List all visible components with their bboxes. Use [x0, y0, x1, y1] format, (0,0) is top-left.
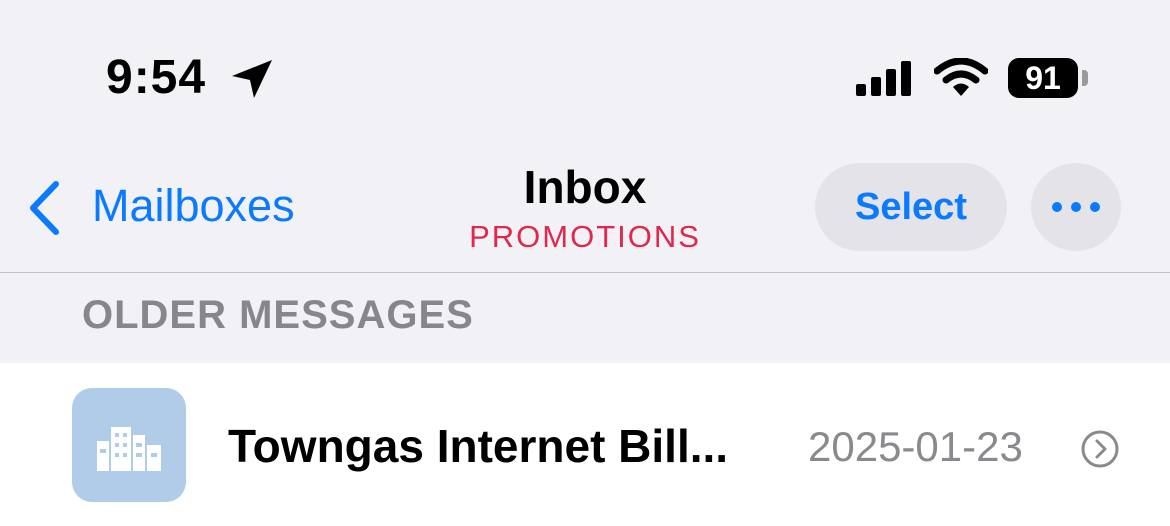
section-header: OLDER MESSAGES [82, 293, 474, 337]
chevron-right-circle-icon[interactable] [1080, 429, 1120, 469]
battery-indicator: 91 [1008, 58, 1078, 98]
status-time: 9:54 [106, 51, 207, 104]
more-options-button[interactable] [1031, 163, 1121, 251]
nav-divider [0, 272, 1170, 273]
location-arrow-icon [232, 60, 272, 98]
list-item[interactable]: Towngas Internet Bill... 2025-01-23 [0, 363, 1170, 526]
back-button-mailboxes[interactable]: Mailboxes [92, 180, 295, 232]
building-icon [97, 427, 161, 471]
message-date: 2025-01-23 [808, 423, 1023, 470]
header-area: 9:54 91 Mailboxes Inbox PROMOTIONS Selec… [0, 0, 1170, 363]
avatar [72, 388, 186, 502]
select-button[interactable]: Select [815, 163, 1007, 251]
ellipsis-icon [1052, 202, 1100, 212]
cellular-signal-icon [856, 61, 911, 96]
wifi-icon [934, 58, 988, 96]
battery-tip [1082, 70, 1088, 86]
page-title: Inbox [523, 161, 647, 213]
page-subtitle: PROMOTIONS [469, 219, 701, 254]
message-sender: Towngas Internet Bill... [228, 420, 729, 472]
chevron-left-icon[interactable] [26, 178, 62, 238]
